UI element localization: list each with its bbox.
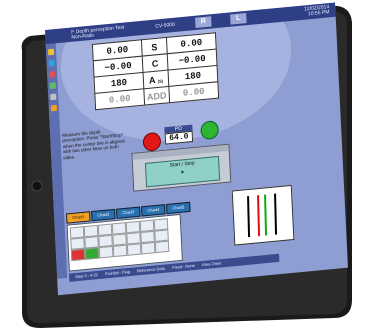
tool-icon[interactable] [50, 104, 57, 112]
chart-cell[interactable] [140, 241, 156, 255]
start-stop-button[interactable]: Start / Stop ➤ [144, 155, 221, 188]
tool-icon[interactable] [49, 82, 56, 89]
left-eye-button[interactable]: L [230, 12, 247, 25]
instruction-text: Measure the depth perception. Press "Sta… [62, 129, 125, 161]
datetime: 12/02/2014 10:55 PM [304, 4, 330, 18]
status-item: Prohibit : Flag [105, 268, 131, 277]
tool-icon[interactable] [49, 71, 56, 78]
chart-cell[interactable] [98, 245, 114, 259]
status-item: Reference Data [136, 265, 166, 274]
pd-display: PD 64.0 [164, 124, 194, 145]
start-stop-panel: Start / Stop ➤ [131, 143, 232, 192]
chart-cell[interactable] [126, 243, 142, 256]
depth-lines [247, 193, 278, 238]
green-button[interactable] [200, 120, 220, 141]
stimulus-line [257, 195, 261, 237]
stimulus-line [247, 196, 251, 238]
tool-icon[interactable] [48, 59, 55, 67]
time-text: 10:55 PM [307, 9, 330, 18]
right-eye-button[interactable]: R [195, 16, 212, 28]
home-button-icon [31, 180, 43, 192]
app-subtitle: Non-Ratio [71, 32, 95, 41]
tool-icon[interactable] [50, 93, 57, 101]
depth-stimulus-panel [231, 184, 295, 246]
chart-grid [66, 213, 183, 272]
tab-chart5[interactable]: Chart5 [166, 201, 191, 215]
status-item: Fixed : None [172, 262, 195, 270]
chart-cell[interactable] [154, 240, 170, 254]
status-item: Area Ones [201, 260, 222, 268]
app-screen: F Depth perception Test Non-Ratio CV-500… [45, 2, 348, 296]
chart-cell[interactable] [70, 248, 86, 262]
row-label-text: A [148, 74, 156, 86]
row-label: ADD [143, 86, 170, 106]
start-stop-label: Start / Stop [169, 160, 195, 169]
device-label: CV-5000 [155, 21, 175, 30]
chart-cell[interactable] [84, 247, 100, 260]
tool-icon[interactable] [47, 48, 55, 56]
stimulus-line [274, 193, 278, 235]
chart-cell[interactable] [112, 244, 128, 258]
prescription-table: 0.00 S 0.00 −0.00 C −0.00 180 A (S) 180 … [91, 32, 220, 111]
row-note: (S) [157, 77, 164, 84]
status-item: Step 3 : 4-21 [75, 271, 99, 280]
red-button[interactable] [142, 131, 162, 152]
cursor-icon: ➤ [180, 169, 185, 176]
pd-value[interactable]: 64.0 [164, 130, 194, 145]
stimulus-line [264, 194, 268, 236]
